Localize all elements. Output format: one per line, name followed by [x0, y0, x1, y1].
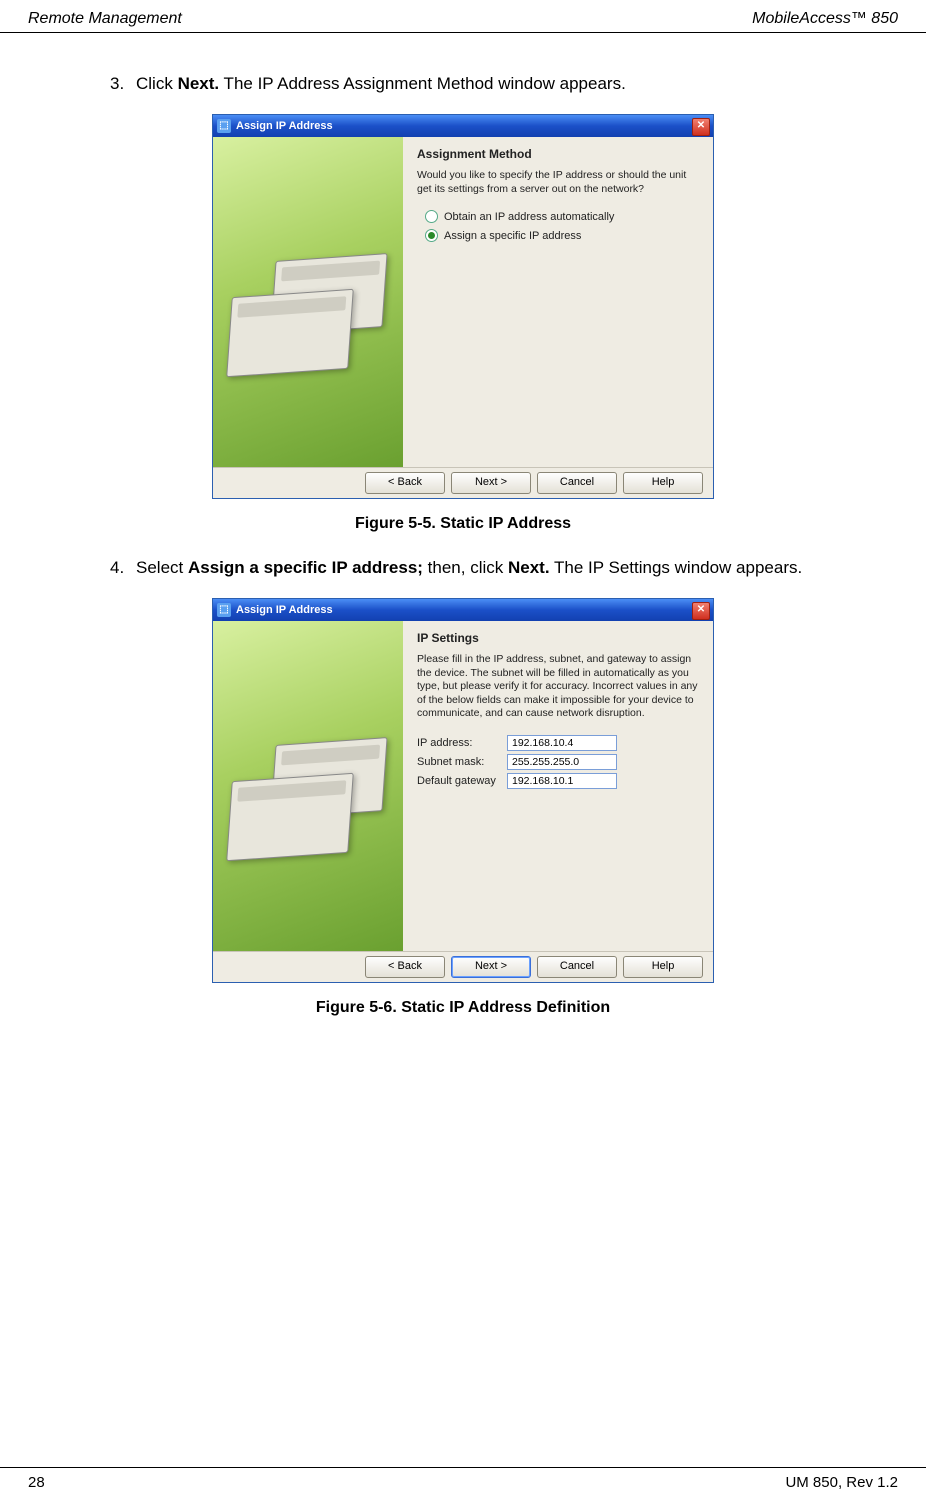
wizard-image-pane [213, 137, 403, 467]
cancel-button[interactable]: Cancel [537, 956, 617, 978]
radio-label: Obtain an IP address automatically [444, 211, 614, 223]
default-gateway-row: Default gateway [417, 773, 699, 789]
back-button[interactable]: < Back [365, 956, 445, 978]
dialog-ip-settings: ⬚ Assign IP Address ✕ IP Settings Please… [212, 598, 714, 983]
section-description: Would you like to specify the IP address… [417, 169, 699, 196]
next-button[interactable]: Next > [451, 472, 531, 494]
back-button[interactable]: < Back [365, 472, 445, 494]
step-text: Click Next. The IP Address Assignment Me… [136, 73, 866, 96]
app-icon: ⬚ [217, 119, 231, 133]
app-icon: ⬚ [217, 603, 231, 617]
header-right: MobileAccess™ 850 [752, 10, 898, 28]
window-title: Assign IP Address [236, 120, 333, 132]
page-header: Remote Management MobileAccess™ 850 [0, 0, 926, 33]
wizard-image-pane [213, 621, 403, 951]
field-label: IP address: [417, 737, 507, 749]
device-image [226, 773, 354, 862]
doc-revision: UM 850, Rev 1.2 [785, 1474, 898, 1491]
step-number: 4. [110, 557, 136, 580]
step-number: 3. [110, 73, 136, 96]
radio-label: Assign a specific IP address [444, 230, 581, 242]
ip-address-row: IP address: [417, 735, 699, 751]
close-icon[interactable]: ✕ [692, 118, 710, 136]
figure-caption-5-5: Figure 5-5. Static IP Address [60, 515, 866, 533]
ip-address-input[interactable] [507, 735, 617, 751]
dialog-assign-method: ⬚ Assign IP Address ✕ Assignment Method … [212, 114, 714, 499]
device-image [226, 289, 354, 378]
page-content: 3. Click Next. The IP Address Assignment… [0, 33, 926, 1017]
wizard-button-bar: < Back Next > Cancel Help [213, 951, 713, 982]
wizard-button-bar: < Back Next > Cancel Help [213, 467, 713, 498]
field-label: Default gateway [417, 775, 507, 787]
help-button[interactable]: Help [623, 472, 703, 494]
close-icon[interactable]: ✕ [692, 602, 710, 620]
section-heading: IP Settings [417, 631, 699, 645]
field-label: Subnet mask: [417, 756, 507, 768]
step-text: Select Assign a specific IP address; the… [136, 557, 866, 580]
step-3: 3. Click Next. The IP Address Assignment… [110, 73, 866, 96]
radio-icon [425, 229, 438, 242]
subnet-mask-input[interactable] [507, 754, 617, 770]
radio-assign-specific[interactable]: Assign a specific IP address [425, 229, 699, 242]
titlebar[interactable]: ⬚ Assign IP Address ✕ [213, 115, 713, 137]
page-number: 28 [28, 1474, 45, 1491]
section-heading: Assignment Method [417, 147, 699, 161]
next-button[interactable]: Next > [451, 956, 531, 978]
default-gateway-input[interactable] [507, 773, 617, 789]
subnet-mask-row: Subnet mask: [417, 754, 699, 770]
wizard-content-pane: Assignment Method Would you like to spec… [403, 137, 713, 467]
page-footer: 28 UM 850, Rev 1.2 [0, 1467, 926, 1503]
help-button[interactable]: Help [623, 956, 703, 978]
section-description: Please fill in the IP address, subnet, a… [417, 653, 699, 721]
figure-caption-5-6: Figure 5-6. Static IP Address Definition [60, 999, 866, 1017]
step-4: 4. Select Assign a specific IP address; … [110, 557, 866, 580]
titlebar[interactable]: ⬚ Assign IP Address ✕ [213, 599, 713, 621]
radio-icon [425, 210, 438, 223]
window-title: Assign IP Address [236, 604, 333, 616]
wizard-content-pane: IP Settings Please fill in the IP addres… [403, 621, 713, 951]
header-left: Remote Management [28, 10, 182, 28]
radio-obtain-auto[interactable]: Obtain an IP address automatically [425, 210, 699, 223]
cancel-button[interactable]: Cancel [537, 472, 617, 494]
